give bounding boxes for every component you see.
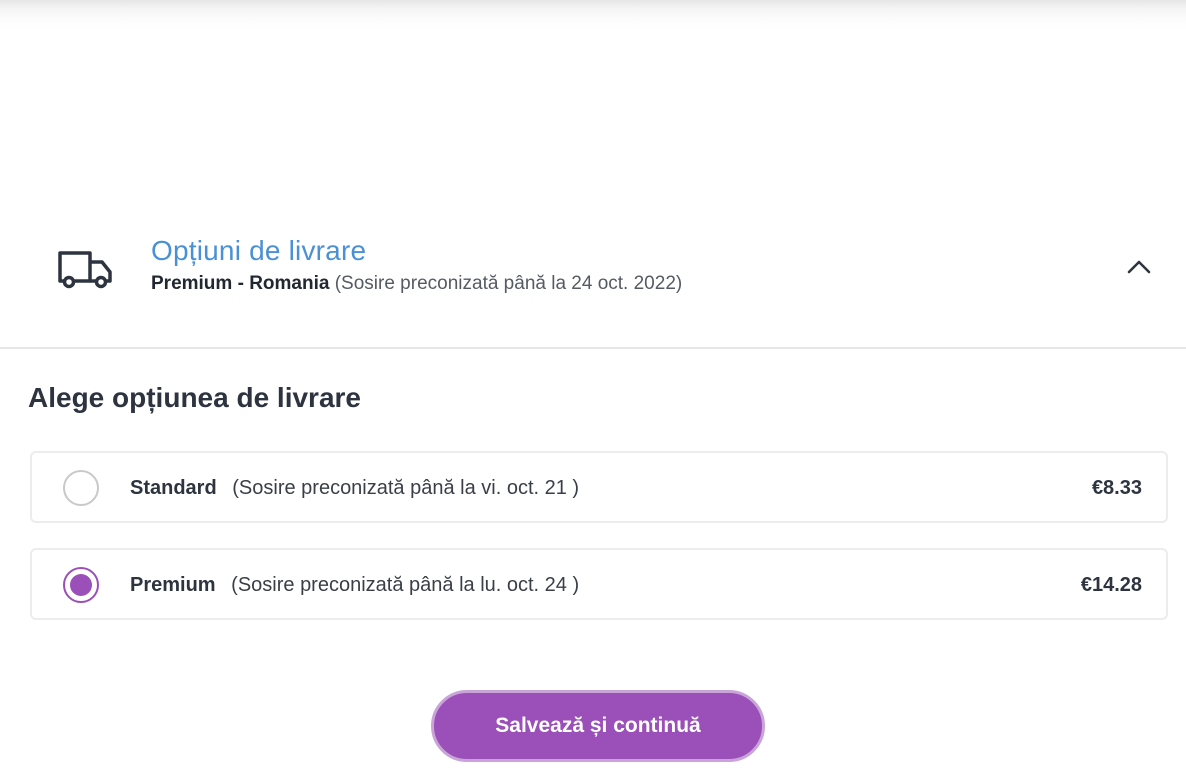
option-price: €8.33 (1091, 477, 1142, 499)
option-text: Premium (Sosire preconizată până la lu. … (130, 574, 579, 597)
delivery-option-standard[interactable]: Standard (Sosire preconizată până la vi.… (30, 451, 1168, 523)
delivery-option-premium[interactable]: Premium (Sosire preconizată până la lu. … (30, 548, 1168, 620)
option-estimate: (Sosire preconizată până la vi. oct. 21 … (232, 477, 580, 499)
delivery-options-title: Opțiuni de livrare (151, 235, 367, 266)
option-price: €14.28 (1080, 574, 1142, 596)
choose-delivery-heading: Alege opțiunea de livrare (28, 382, 361, 413)
selected-delivery-method: Premium - Romania (151, 273, 330, 294)
top-shadow (0, 0, 1186, 30)
delivery-options-header[interactable]: Opțiuni de livrare Premium - Romania (So… (0, 225, 1186, 349)
truck-icon (58, 251, 112, 289)
selected-delivery-estimate: (Sosire preconizată până la 24 oct. 2022… (334, 273, 683, 294)
option-name: Premium (130, 574, 216, 596)
selected-delivery-summary: Premium - Romania (Sosire preconizată pâ… (151, 273, 682, 295)
option-name: Standard (130, 477, 217, 499)
option-estimate: (Sosire preconizată până la lu. oct. 24 … (231, 574, 580, 596)
option-text: Standard (Sosire preconizată până la vi.… (130, 477, 579, 500)
chevron-up-icon[interactable] (1124, 257, 1154, 277)
save-and-continue-button[interactable]: Salvează și continuă (431, 690, 765, 762)
radio-premium[interactable] (63, 567, 99, 603)
radio-standard[interactable] (63, 470, 99, 506)
